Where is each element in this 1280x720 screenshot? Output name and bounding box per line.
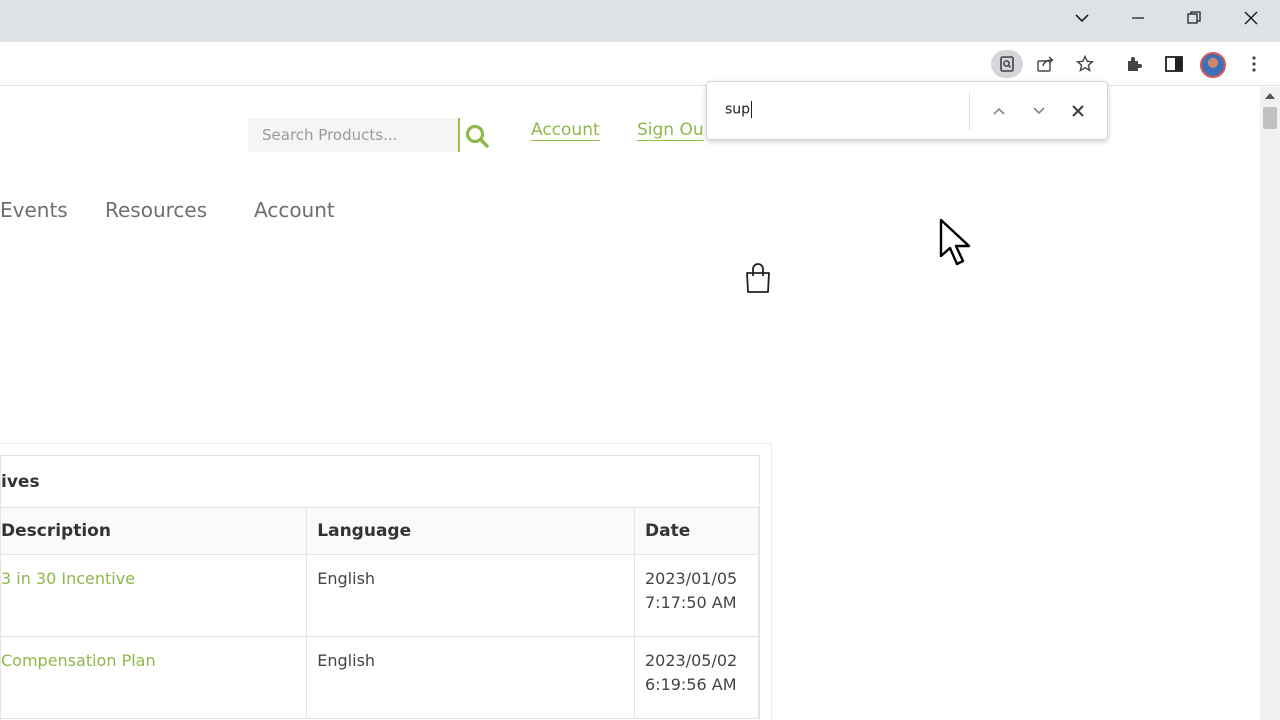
nav-item-account[interactable]: Account <box>254 198 335 222</box>
text-caret <box>751 101 753 118</box>
find-input[interactable]: sup <box>725 101 925 123</box>
find-close-icon[interactable] <box>1066 99 1090 123</box>
minimize-window-icon[interactable] <box>1115 0 1161 36</box>
documents-panel: ives Description Language Date 3 in 30 I… <box>0 455 760 720</box>
shopping-bag-icon[interactable] <box>745 262 771 294</box>
time-value: 6:19:56 AM <box>645 674 737 694</box>
restore-window-icon[interactable] <box>1171 0 1217 36</box>
find-divider <box>969 92 970 130</box>
bookmark-star-icon[interactable] <box>1069 50 1101 78</box>
column-header-description: Description <box>1 508 308 555</box>
document-link[interactable]: 3 in 30 Incentive <box>1 554 308 637</box>
close-window-icon[interactable] <box>1228 0 1274 36</box>
date-cell: 2023/01/05 7:17:50 AM <box>634 554 759 637</box>
sign-out-link[interactable]: Sign Ou <box>637 120 704 140</box>
table-header-row: Description Language Date <box>1 508 759 555</box>
nav-item-events[interactable]: Events <box>0 198 68 222</box>
date-value: 2023/01/05 <box>645 568 738 588</box>
table-row: 3 in 30 Incentive English 2023/01/05 7:17… <box>1 554 759 637</box>
profile-avatar[interactable] <box>1200 52 1226 78</box>
share-icon[interactable] <box>1030 50 1062 78</box>
time-value: 7:17:50 AM <box>645 592 737 612</box>
side-panel-icon[interactable] <box>1158 50 1190 78</box>
date-cell: 2023/05/02 6:19:56 AM <box>634 636 759 719</box>
column-header-date: Date <box>634 508 759 555</box>
product-search-input[interactable]: Search Products... <box>248 118 460 152</box>
find-in-page-icon[interactable] <box>991 50 1023 78</box>
browser-toolbar <box>0 42 1280 86</box>
web-page: Search Products... Account Sign Ou Event… <box>0 87 1260 720</box>
account-link[interactable]: Account <box>531 120 600 140</box>
panel-title: ives <box>1 456 759 508</box>
date-value: 2023/05/02 <box>645 650 738 670</box>
language-cell: English <box>306 554 635 637</box>
extensions-icon[interactable] <box>1118 50 1150 78</box>
table-row: Compensation Plan English 2023/05/02 6:19… <box>1 636 759 719</box>
scroll-up-arrow-icon[interactable] <box>1265 93 1275 99</box>
language-cell: English <box>306 636 635 719</box>
column-header-language: Language <box>306 508 635 555</box>
page-scrollbar[interactable] <box>1260 87 1280 720</box>
find-previous-chevron-up-icon[interactable] <box>987 99 1011 123</box>
find-in-page-bar: sup <box>706 81 1108 140</box>
nav-item-resources[interactable]: Resources <box>105 198 207 222</box>
find-query-text: sup <box>725 101 751 118</box>
mouse-pointer-icon <box>938 218 974 272</box>
browser-menu-icon[interactable] <box>1238 50 1270 78</box>
browser-title-bar <box>0 0 1280 42</box>
scroll-thumb[interactable] <box>1263 107 1277 129</box>
search-icon[interactable] <box>464 123 490 149</box>
document-link[interactable]: Compensation Plan <box>1 636 308 719</box>
documents-table: Description Language Date 3 in 30 Incent… <box>1 508 759 719</box>
find-next-chevron-down-icon[interactable] <box>1027 99 1051 123</box>
tab-search-chevron-icon[interactable] <box>1059 0 1105 36</box>
